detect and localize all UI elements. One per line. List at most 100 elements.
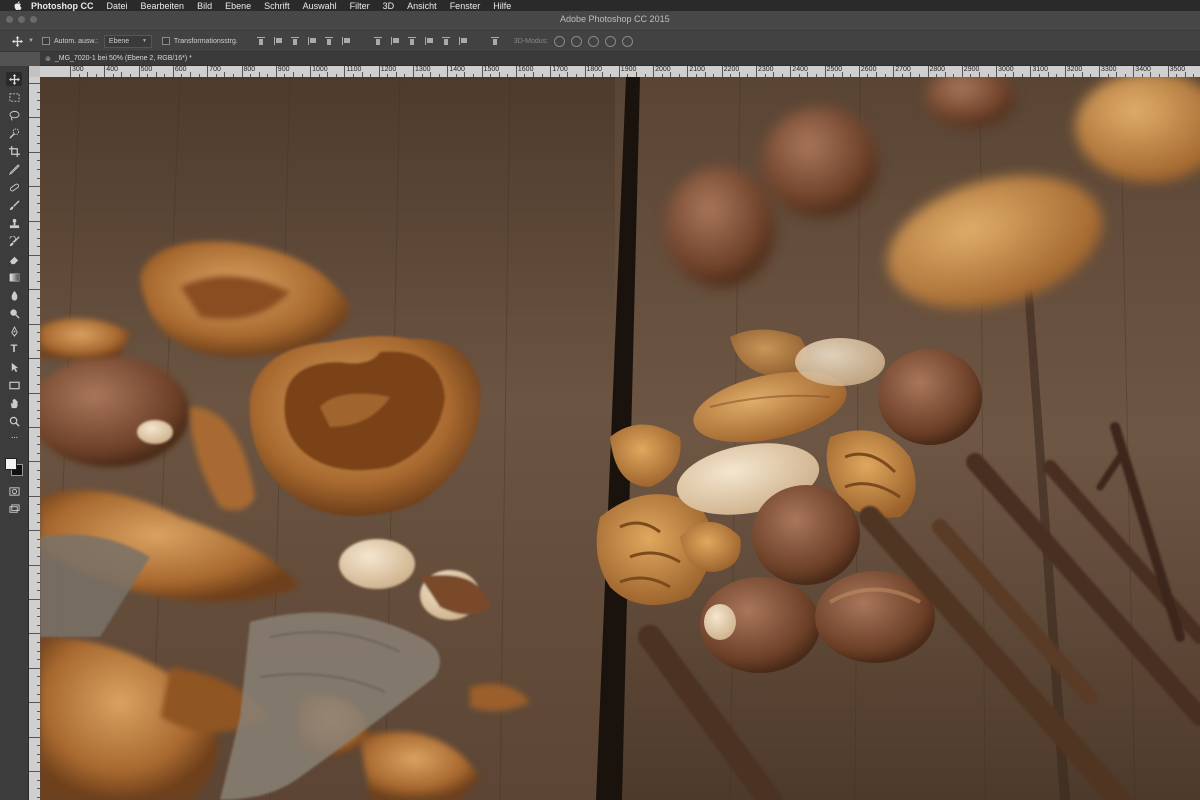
ruler-major-tick — [893, 66, 895, 77]
ruler-major-tick — [858, 66, 860, 77]
window-title-bar: Adobe Photoshop CC 2015 — [0, 11, 1200, 31]
ruler-origin[interactable] — [29, 66, 40, 77]
align-vcenter-icon[interactable] — [273, 36, 283, 46]
crop-tool-icon[interactable] — [6, 144, 22, 158]
distribute-top-icon[interactable] — [373, 36, 383, 46]
hand-tool-icon[interactable] — [6, 396, 22, 410]
eraser-tool-icon[interactable] — [6, 252, 22, 266]
blur-tool-icon[interactable] — [6, 288, 22, 302]
document-tab[interactable]: ⊗ _MG_7020-1 bei 50% (Ebene 2, RGB/16*) … — [40, 52, 1200, 66]
ruler-major-tick — [1133, 66, 1135, 77]
align-right-icon[interactable] — [341, 36, 351, 46]
menu-datei[interactable]: Datei — [107, 1, 128, 11]
lasso-tool-icon[interactable] — [6, 108, 22, 122]
menu-ebene[interactable]: Ebene — [225, 1, 251, 11]
ruler-label: 3300 — [1101, 66, 1117, 73]
ruler-label: 2000 — [655, 66, 671, 73]
quick-select-tool-icon[interactable] — [6, 126, 22, 140]
ruler-major-tick — [70, 66, 71, 77]
type-tool-icon[interactable]: T — [6, 342, 22, 356]
ruler-label: 2900 — [963, 66, 980, 73]
menu-bearbeiten[interactable]: Bearbeiten — [141, 1, 185, 11]
distribute-left-icon[interactable] — [424, 36, 434, 46]
document-canvas[interactable] — [40, 77, 1200, 800]
zoom-tool-icon[interactable] — [6, 414, 22, 428]
move-tool-icon[interactable] — [6, 72, 22, 86]
3d-pan-icon[interactable] — [588, 35, 600, 47]
ruler-label: 3100 — [1032, 66, 1048, 73]
path-selection-tool-icon[interactable] — [6, 360, 22, 374]
move-tool-preset-icon[interactable] — [10, 34, 24, 48]
ruler-major-tick — [961, 66, 963, 77]
ruler-tick — [29, 255, 40, 256]
menu-filter[interactable]: Filter — [350, 1, 370, 11]
distribute-right-icon[interactable] — [458, 36, 468, 46]
3d-slide-icon[interactable] — [605, 35, 617, 47]
options-bar: ▼ Autom. ausw.: Ebene ▼ Transformationss… — [0, 31, 1200, 52]
menu-schrift[interactable]: Schrift — [264, 1, 290, 11]
distribute-vcenter-icon[interactable] — [390, 36, 400, 46]
menu-hilfe[interactable]: Hilfe — [493, 1, 511, 11]
ruler-tick — [29, 771, 40, 772]
more-tools-icon[interactable]: ··· — [6, 430, 22, 444]
quick-mask-icon[interactable] — [6, 484, 22, 498]
ruler-major-tick — [515, 66, 517, 77]
ruler-tick — [29, 702, 40, 704]
menu-auswahl[interactable]: Auswahl — [303, 1, 337, 11]
align-left-icon[interactable] — [307, 36, 317, 46]
ruler-major-tick — [447, 66, 449, 77]
align-bottom-icon[interactable] — [290, 36, 300, 46]
gradient-tool-icon[interactable] — [6, 270, 22, 284]
menu-3d[interactable]: 3D — [383, 1, 395, 11]
ruler-tick — [29, 736, 40, 738]
align-hcenter-icon[interactable] — [324, 36, 334, 46]
ruler-label: 2400 — [792, 66, 808, 73]
screen-mode-icon[interactable] — [6, 502, 22, 516]
dodge-tool-icon[interactable] — [6, 306, 22, 320]
horizontal-ruler[interactable]: 300 400 500 600 700 800 900 1000 1100 1200 1300 140… — [40, 66, 1200, 77]
ruler-major-tick — [996, 66, 998, 77]
rectangle-tool-icon[interactable] — [6, 378, 22, 392]
align-group-spacer — [358, 36, 366, 46]
vertical-ruler[interactable] — [29, 77, 40, 800]
ruler-tick — [29, 564, 40, 566]
ruler-label: 2600 — [860, 66, 877, 73]
ruler-label: 1100 — [346, 66, 362, 73]
ruler-tick — [29, 151, 40, 153]
brush-tool-icon[interactable] — [6, 198, 22, 212]
transform-controls-checkbox[interactable] — [161, 37, 170, 45]
close-tab-icon[interactable]: ⊗ — [45, 55, 51, 63]
menu-ansicht[interactable]: Ansicht — [407, 1, 437, 11]
ruler-label: 300 — [72, 66, 84, 73]
auto-select-checkbox[interactable] — [41, 37, 50, 45]
ruler-label: 600 — [174, 66, 187, 73]
ruler-tick — [29, 83, 40, 84]
ruler-major-tick — [584, 66, 586, 77]
distribute-hcenter-icon[interactable] — [441, 36, 451, 46]
3d-roll-icon[interactable] — [571, 35, 583, 47]
marquee-tool-icon[interactable] — [6, 90, 22, 104]
align-distribute-group — [256, 36, 500, 46]
pen-tool-icon[interactable] — [6, 324, 22, 338]
align-top-icon[interactable] — [256, 36, 266, 46]
3d-scale-icon[interactable] — [622, 35, 634, 47]
chevron-down-icon[interactable]: ▼ — [28, 38, 34, 44]
ruler-major-tick — [138, 66, 140, 77]
menu-bild[interactable]: Bild — [197, 1, 212, 11]
history-brush-tool-icon[interactable] — [6, 234, 22, 248]
apple-icon[interactable] — [12, 1, 23, 10]
ruler-label: 500 — [140, 66, 153, 73]
ruler-major-tick — [790, 66, 792, 77]
distribute-bottom-icon[interactable] — [407, 36, 417, 46]
eyedropper-tool-icon[interactable] — [6, 162, 22, 176]
auto-select-dropdown[interactable]: Ebene ▼ — [103, 34, 152, 48]
menu-fenster[interactable]: Fenster — [450, 1, 481, 11]
clone-stamp-tool-icon[interactable] — [6, 216, 22, 230]
ruler-label: 1300 — [415, 66, 431, 73]
ruler-label: 3000 — [998, 66, 1014, 73]
healing-brush-tool-icon[interactable] — [6, 180, 22, 194]
3d-orbit-icon[interactable] — [554, 35, 566, 47]
app-menu[interactable]: Photoshop CC — [31, 1, 94, 11]
foreground-color-swatch[interactable] — [5, 458, 17, 470]
auto-align-icon[interactable] — [490, 36, 500, 46]
